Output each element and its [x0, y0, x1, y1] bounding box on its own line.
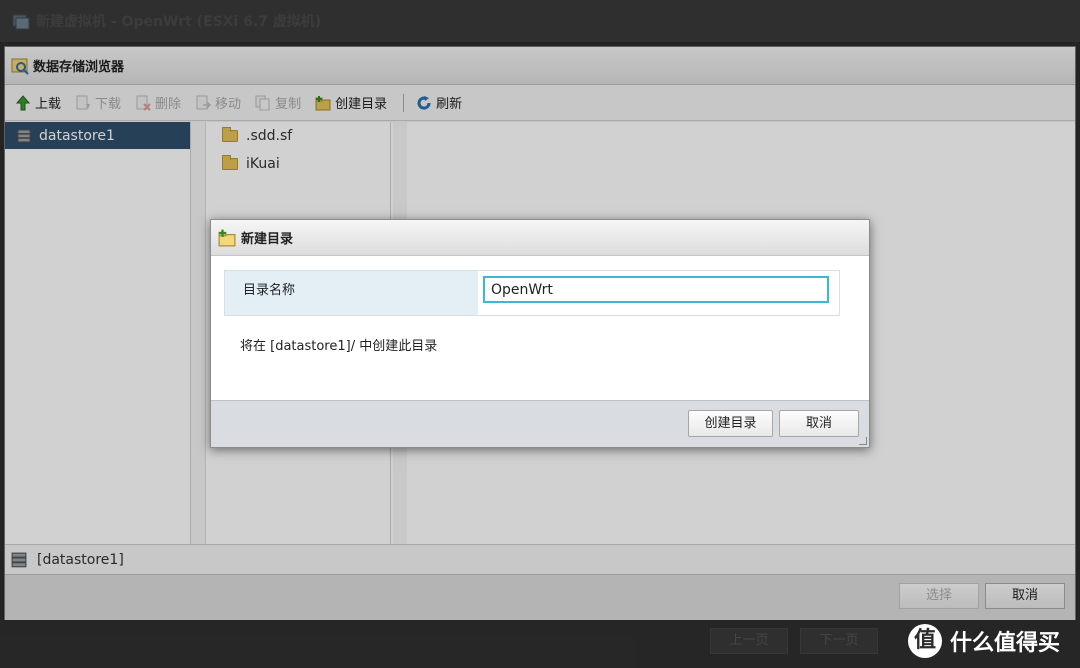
directory-name-input[interactable]: [483, 276, 829, 303]
watermark: 值 什么值得买: [908, 624, 1060, 658]
dialog-cancel-button[interactable]: 取消: [779, 410, 859, 437]
dialog-title: 新建目录: [241, 232, 294, 247]
watermark-logo-icon: 值: [908, 624, 942, 658]
dialog-header: 新建目录: [211, 220, 869, 256]
new-directory-dialog: 新建目录 目录名称 将在 [datastore1]/ 中创建此目录 创建目录 取…: [210, 219, 870, 448]
dialog-note: 将在 [datastore1]/ 中创建此目录: [240, 339, 438, 354]
watermark-text: 什么值得买: [950, 631, 1061, 656]
directory-name-label: 目录名称: [225, 271, 478, 315]
directory-name-row: 目录名称: [224, 270, 840, 316]
dialog-footer: 创建目录 取消: [211, 400, 869, 447]
resize-handle-icon[interactable]: [859, 437, 867, 445]
create-directory-confirm-button[interactable]: 创建目录: [688, 410, 773, 437]
new-folder-icon: [218, 229, 236, 246]
